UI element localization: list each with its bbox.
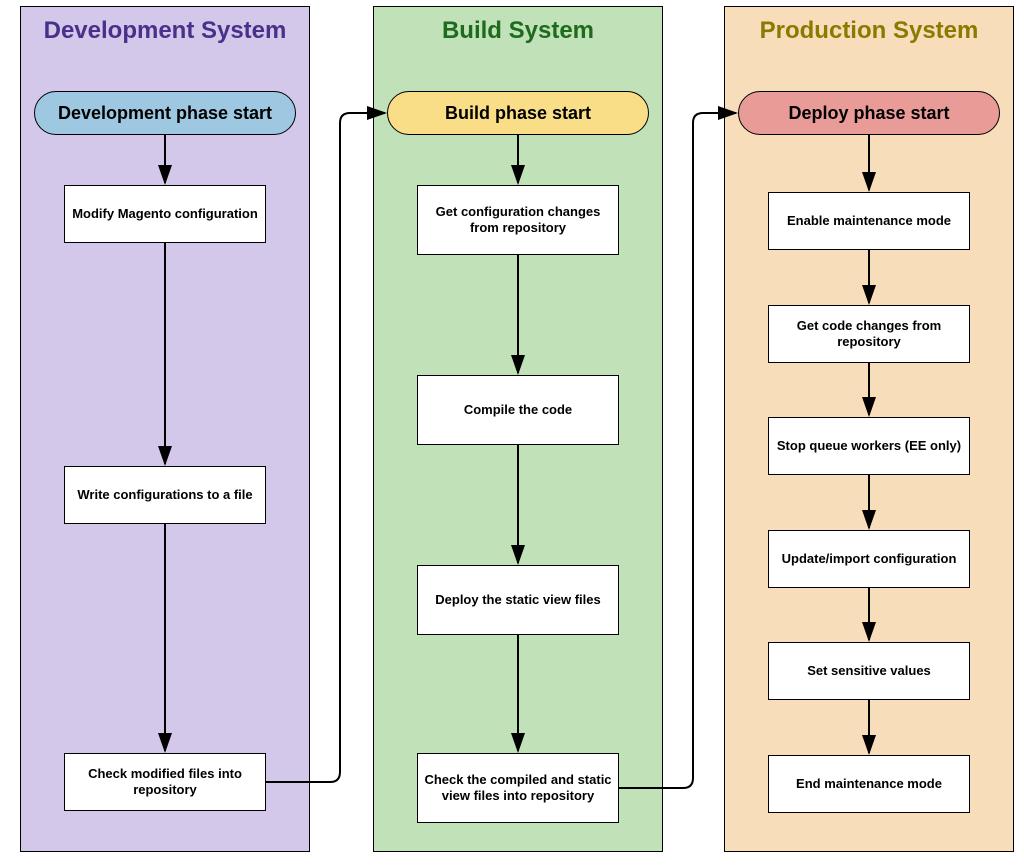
dev-step-2: Check modified files into repository — [64, 753, 266, 811]
dev-step-0: Modify Magento configuration — [64, 185, 266, 243]
build-step-2: Deploy the static view files — [417, 565, 619, 635]
lane-title-production: Production System — [725, 17, 1013, 45]
start-development: Development phase start — [34, 91, 296, 135]
start-production: Deploy phase start — [738, 91, 1000, 135]
prod-step-5: End maintenance mode — [768, 755, 970, 813]
prod-step-0: Enable maintenance mode — [768, 192, 970, 250]
build-step-0: Get configuration changes from repositor… — [417, 185, 619, 255]
prod-step-1: Get code changes from repository — [768, 305, 970, 363]
build-step-3: Check the compiled and static view files… — [417, 753, 619, 823]
build-step-1: Compile the code — [417, 375, 619, 445]
prod-step-2: Stop queue workers (EE only) — [768, 417, 970, 475]
dev-step-1: Write configurations to a file — [64, 466, 266, 524]
start-build: Build phase start — [387, 91, 649, 135]
prod-step-4: Set sensitive values — [768, 642, 970, 700]
lane-title-build: Build System — [374, 17, 662, 45]
lane-title-development: Development System — [21, 17, 309, 45]
prod-step-3: Update/import configuration — [768, 530, 970, 588]
